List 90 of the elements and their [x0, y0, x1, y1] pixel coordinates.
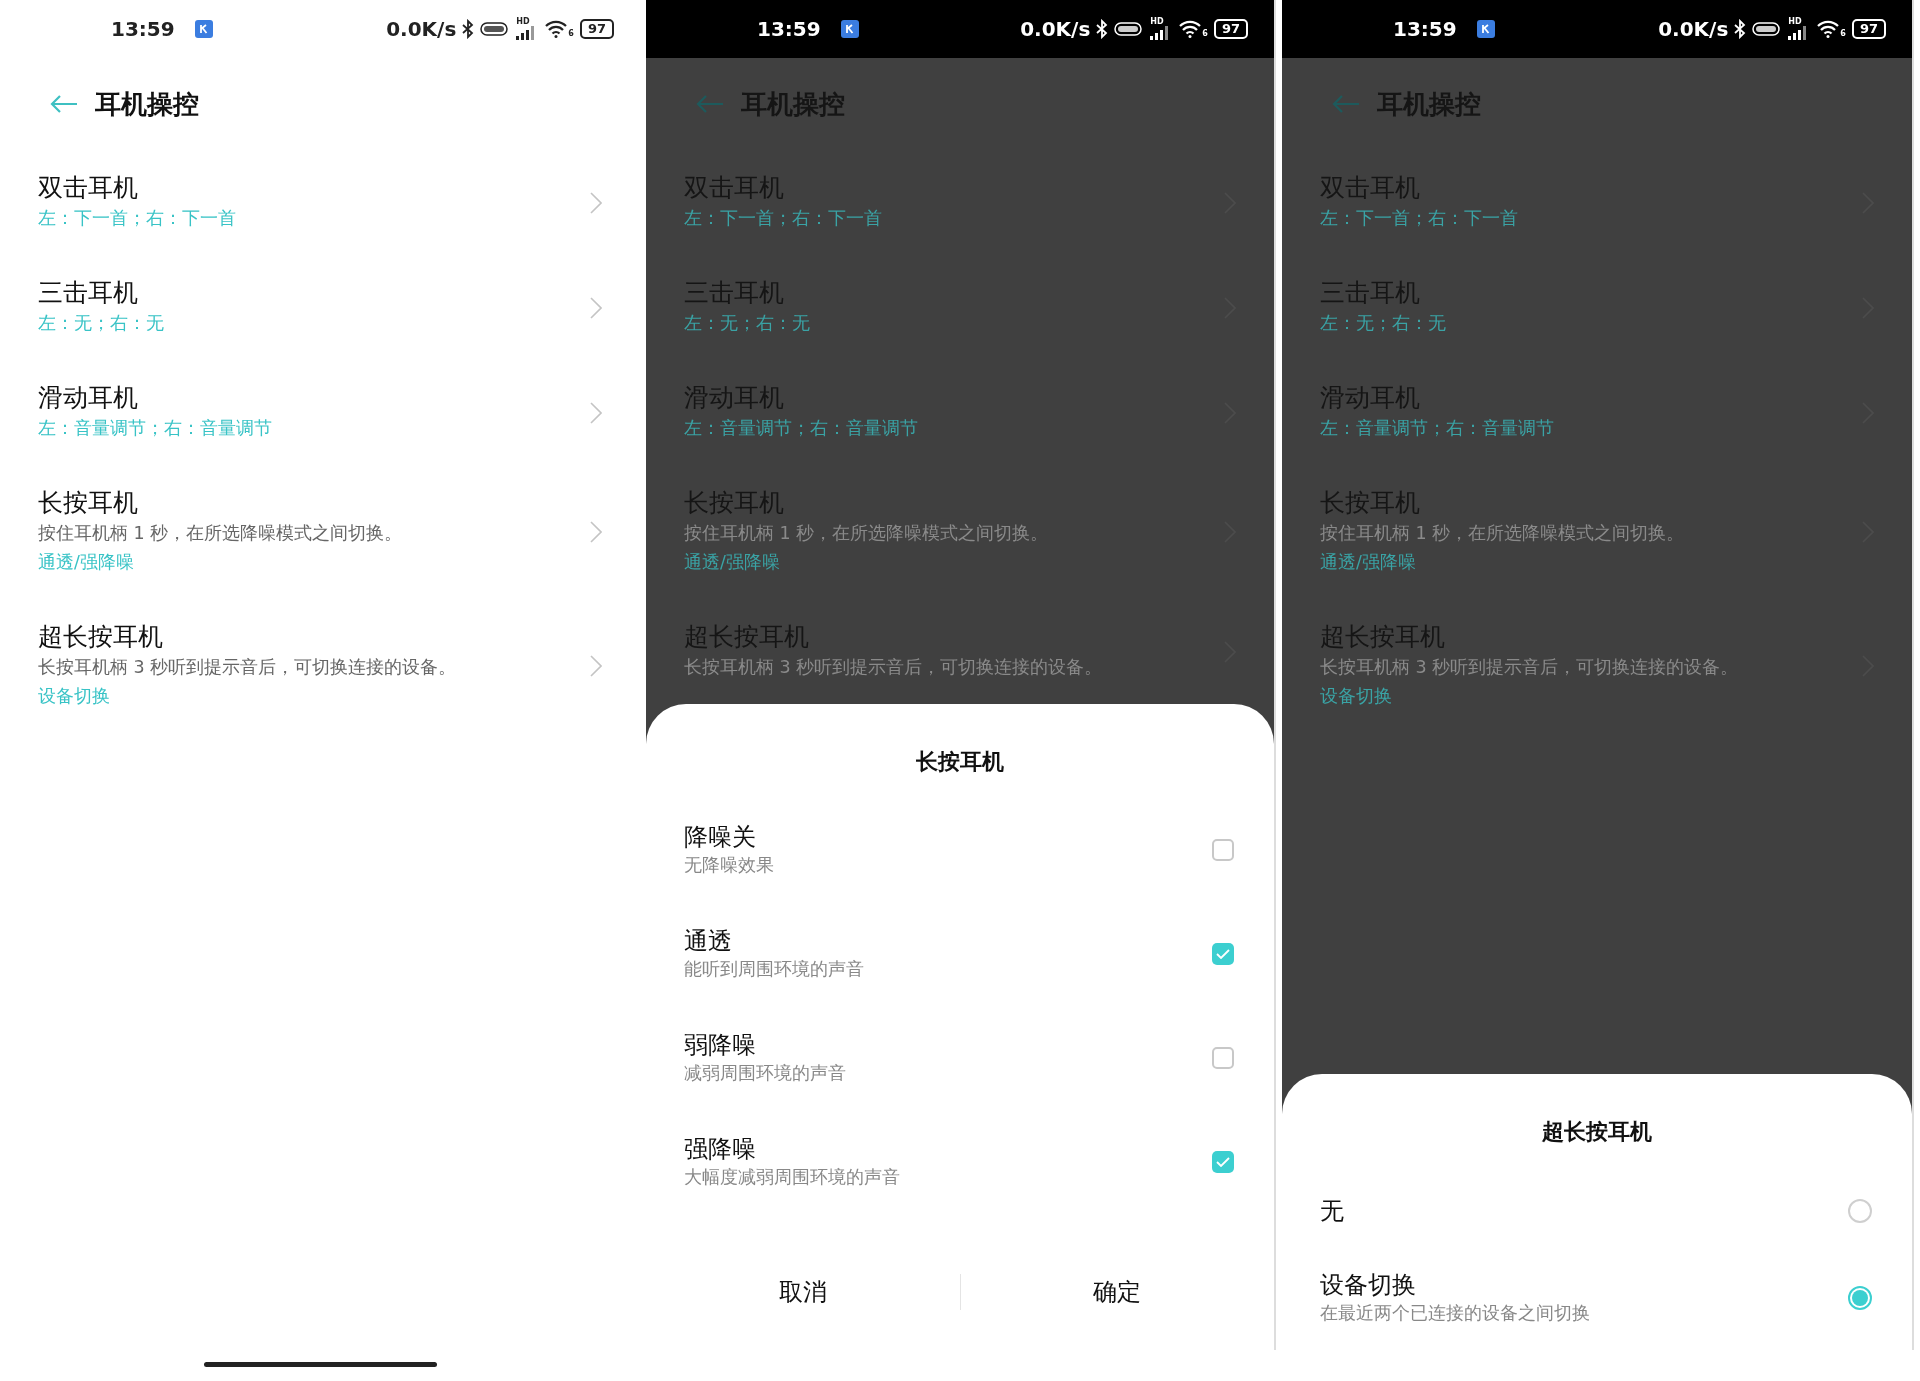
battery-level: 97 — [579, 19, 614, 39]
row-value: 左：无；右：无 — [684, 312, 810, 335]
option-label: 无 — [1320, 1196, 1344, 1226]
row-value: 设备切换 — [1320, 685, 1392, 708]
wifi-generation-label: 6 — [568, 30, 574, 38]
option-label: 通透 — [684, 926, 732, 956]
checkbox[interactable] — [1212, 1047, 1234, 1069]
radio-button[interactable] — [1848, 1199, 1872, 1223]
network-type-label: HD — [1150, 18, 1164, 26]
bluetooth-icon — [1734, 19, 1747, 39]
chevron-right-icon — [590, 296, 602, 319]
bluetooth-icon — [1096, 19, 1109, 39]
status-time: 13:59 — [1393, 17, 1457, 41]
checkmark-icon — [1216, 1157, 1230, 1167]
earbuds-battery-icon — [1752, 21, 1783, 37]
row-title: 滑动耳机 — [38, 382, 139, 414]
status-time: 13:59 — [111, 17, 175, 41]
settings-row[interactable]: 三击耳机 左：无；右：无 — [0, 255, 640, 360]
row-description: 长按耳机柄 3 秒听到提示音后，可切换连接的设备。 — [1320, 656, 1740, 679]
wifi-generation-label: 6 — [1202, 30, 1208, 38]
earbuds-battery-icon — [480, 21, 511, 37]
network-speed: 0.0K/s — [1020, 17, 1091, 41]
row-title: 长按耳机 — [38, 487, 139, 519]
option-description: 无降噪效果 — [684, 854, 774, 877]
row-title: 三击耳机 — [38, 277, 139, 309]
cancel-button[interactable]: 取消 — [646, 1266, 960, 1318]
row-value: 通透/强降噪 — [38, 551, 134, 574]
earbuds-battery-icon — [1114, 21, 1145, 37]
network-type-label: HD — [516, 18, 530, 26]
option-label: 降噪关 — [684, 822, 756, 852]
option-description: 能听到周围环境的声音 — [684, 958, 864, 981]
network-speed: 0.0K/s — [386, 17, 457, 41]
settings-row[interactable]: 双击耳机 左：下一首；右：下一首 — [0, 150, 640, 255]
chevron-right-icon — [590, 521, 602, 543]
settings-row[interactable]: 长按耳机 按住耳机柄 1 秒，在所选降噪模式之间切换。 通透/强降噪 — [0, 465, 640, 599]
row-description: 长按耳机柄 3 秒听到提示音后，可切换连接的设备。 — [38, 656, 458, 679]
row-value: 左：无；右：无 — [38, 312, 164, 335]
row-value: 左：无；右：无 — [1320, 312, 1446, 335]
checkbox[interactable] — [1212, 839, 1234, 861]
wifi-icon — [1816, 20, 1841, 38]
checkbox[interactable] — [1212, 943, 1234, 965]
app-notification-icon — [1476, 20, 1495, 38]
row-description: 长按耳机柄 3 秒听到提示音后，可切换连接的设备。 — [684, 656, 1104, 679]
checkmark-icon — [1216, 949, 1230, 959]
row-value: 左：音量调节；右：音量调节 — [38, 417, 272, 440]
dialog-title: 长按耳机 — [916, 748, 1004, 776]
checkbox[interactable] — [1212, 1151, 1234, 1173]
row-value: 左：音量调节；右：音量调节 — [684, 417, 918, 440]
option-label: 设备切换 — [1320, 1270, 1416, 1300]
row-description: 按住耳机柄 1 秒，在所选降噪模式之间切换。 — [684, 522, 1050, 545]
chevron-right-icon — [590, 655, 602, 677]
settings-row[interactable]: 滑动耳机 左：音量调节；右：音量调节 — [0, 360, 640, 465]
network-type-label: HD — [1788, 18, 1802, 26]
option-label: 强降噪 — [684, 1134, 756, 1164]
row-title: 超长按耳机 — [38, 621, 164, 653]
app-notification-icon — [194, 20, 213, 38]
wifi-icon — [544, 20, 569, 38]
page-title: 耳机操控 — [95, 87, 199, 121]
settings-row[interactable]: 超长按耳机 长按耳机柄 3 秒听到提示音后，可切换连接的设备。 设备切换 — [0, 599, 640, 733]
option-description: 减弱周围环境的声音 — [684, 1062, 846, 1085]
back-arrow-icon[interactable] — [696, 94, 724, 114]
wifi-generation-label: 6 — [1840, 30, 1846, 38]
app-notification-icon — [840, 20, 859, 38]
status-time: 13:59 — [757, 17, 821, 41]
battery-level: 97 — [1213, 19, 1248, 39]
battery-level: 97 — [1851, 19, 1886, 39]
row-value: 左：下一首；右：下一首 — [684, 207, 882, 230]
dialog-title: 超长按耳机 — [1542, 1118, 1652, 1146]
row-description: 按住耳机柄 1 秒，在所选降噪模式之间切换。 — [38, 522, 404, 545]
chevron-right-icon — [590, 401, 602, 424]
option-label: 弱降噪 — [684, 1030, 756, 1060]
row-value: 左：音量调节；右：音量调节 — [1320, 417, 1554, 440]
chevron-right-icon — [590, 191, 602, 214]
row-value: 左：下一首；右：下一首 — [38, 207, 236, 230]
row-description: 按住耳机柄 1 秒，在所选降噪模式之间切换。 — [1320, 522, 1686, 545]
bluetooth-icon — [462, 19, 475, 39]
wifi-icon — [1178, 20, 1203, 38]
option-description: 在最近两个已连接的设备之间切换 — [1320, 1302, 1590, 1325]
back-arrow-icon[interactable] — [50, 94, 78, 114]
radio-button[interactable] — [1848, 1286, 1872, 1310]
network-speed: 0.0K/s — [1658, 17, 1729, 41]
home-indicator[interactable] — [203, 1362, 437, 1367]
row-value: 设备切换 — [38, 685, 110, 708]
back-arrow-icon[interactable] — [1332, 94, 1360, 114]
row-title: 双击耳机 — [38, 172, 139, 204]
row-value: 通透/强降噪 — [1320, 551, 1416, 574]
option-description: 大幅度减弱周围环境的声音 — [684, 1166, 900, 1189]
confirm-button[interactable]: 确定 — [960, 1266, 1274, 1318]
row-value: 左：下一首；右：下一首 — [1320, 207, 1518, 230]
row-value: 通透/强降噪 — [684, 551, 780, 574]
